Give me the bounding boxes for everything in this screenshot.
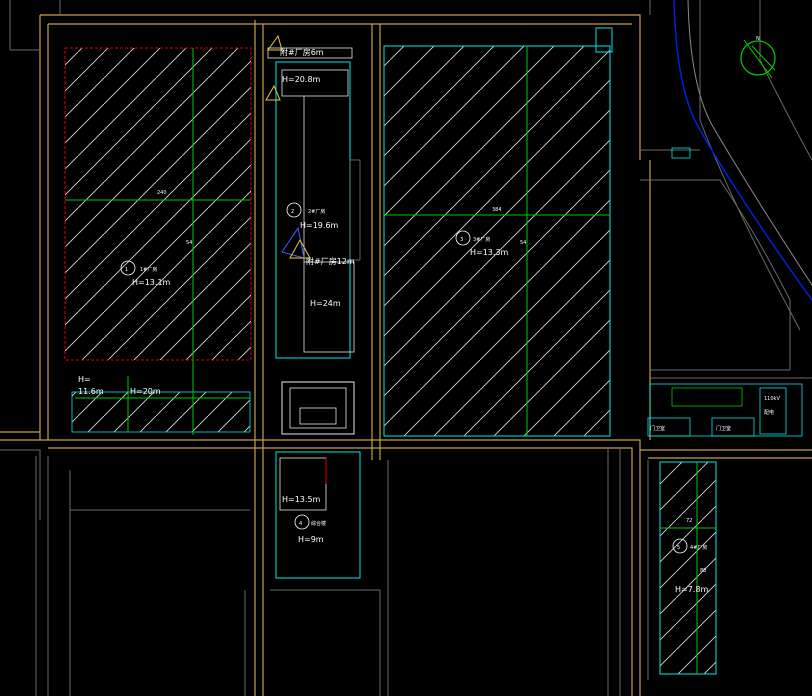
building-3 <box>383 27 613 437</box>
h-left-1: H= <box>78 375 91 384</box>
gate-label-2: 门卫室 <box>716 425 731 432</box>
building-5-height: H=7.8m <box>675 585 708 594</box>
annex-top-label: 附#厂房6m <box>280 47 324 57</box>
building-5 <box>659 461 717 675</box>
building-3-dim-v: 54 <box>520 240 526 246</box>
building-1 <box>64 47 252 435</box>
building-1-height: H=13.1m <box>132 278 171 287</box>
building-5-dim-v: 88 <box>700 568 706 574</box>
north-compass: N <box>740 36 776 79</box>
gate-facilities <box>647 147 803 437</box>
building-2-height: H=19.6m <box>300 221 339 230</box>
h-top-label: H=20.8m <box>282 75 321 84</box>
building-1-num: 1 <box>125 267 128 273</box>
h-left-main: H=20m <box>130 387 161 396</box>
site-plan-drawing: N 1 1#厂房 H=13.1m 240 54 2 2#厂房 H=19.6m 3… <box>0 0 812 696</box>
building-4 <box>275 381 361 579</box>
building-2-num: 2 <box>291 209 294 215</box>
building-1-name: 1#厂房 <box>140 266 157 273</box>
building-3-num: 3 <box>460 237 463 243</box>
building-1-dim-v: 54 <box>186 240 192 246</box>
distribution-label: 配电 <box>764 409 774 416</box>
building-3-dim-h: 384 <box>492 207 502 213</box>
annex-mid-label: 附#厂房12m <box>306 256 355 266</box>
building-4-name: 综合楼 <box>311 520 326 527</box>
building-3-height: H=13.3m <box>470 248 509 257</box>
gate-label-1: 门卫室 <box>650 425 665 432</box>
building-4-num: 4 <box>299 521 302 527</box>
substation-label: 110kV <box>764 396 780 402</box>
building-5-num: 5 <box>677 545 680 551</box>
h-mid-label: H=24m <box>310 299 341 308</box>
compass-north-label: N <box>756 36 760 42</box>
h-office-label: H=13.5m <box>282 495 321 504</box>
building-3-name: 3#厂房 <box>473 236 490 243</box>
h-left-2: 11.6m <box>78 387 104 396</box>
building-1-dim-h: 240 <box>157 190 167 196</box>
building-2 <box>267 47 361 359</box>
building-4-height: H=9m <box>298 535 324 544</box>
building-5-dim-h: 72 <box>686 518 692 524</box>
building-2-name: 2#厂房 <box>308 208 325 215</box>
building-5-name: 4#厂房 <box>690 544 707 551</box>
